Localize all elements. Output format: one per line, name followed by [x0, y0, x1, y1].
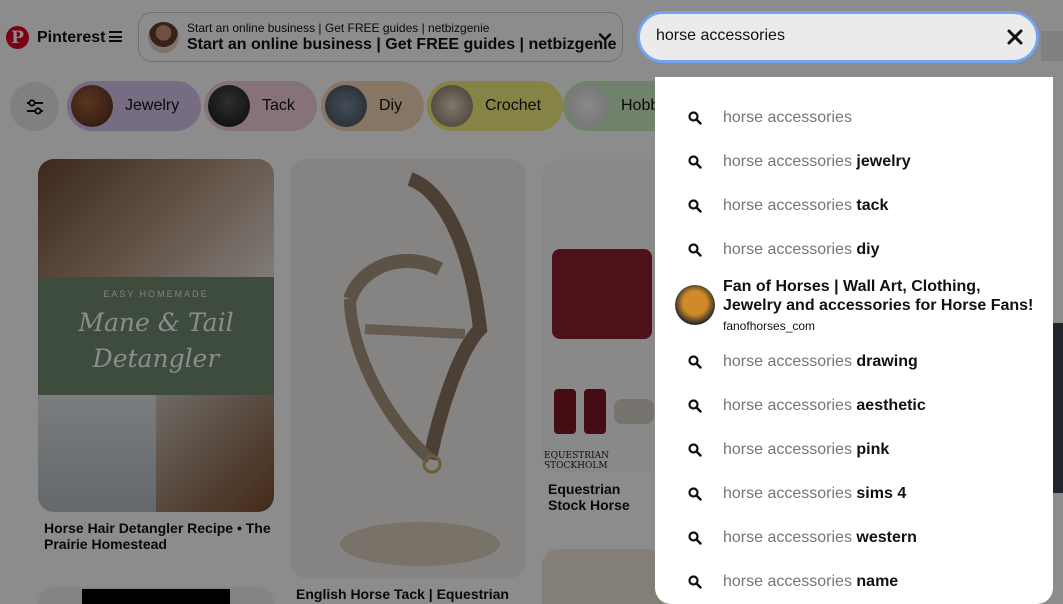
suggestion-base: horse accessories: [723, 573, 852, 590]
search-icon: [688, 111, 702, 125]
suggestion-item[interactable]: horse accessories sims 4: [655, 472, 1053, 516]
search-suggestions-dropdown: horse accessories horse accessories jewe…: [655, 77, 1053, 604]
search-input-value[interactable]: horse accessories: [656, 27, 785, 45]
suggestion-item[interactable]: horse accessories jewelry: [655, 140, 1053, 184]
suggestion-base: horse accessories: [723, 241, 852, 258]
search-icon: [688, 155, 702, 169]
suggestion-base: horse accessories: [723, 441, 852, 458]
search-icon: [688, 399, 702, 413]
suggestion-base: horse accessories: [723, 109, 852, 126]
suggestion-suffix: pink: [856, 441, 890, 458]
suggestion-item[interactable]: horse accessories tack: [655, 184, 1053, 228]
suggestion-suffix: western: [856, 529, 917, 546]
suggestion-suffix: name: [856, 573, 899, 590]
suggestion-suffix: sims 4: [856, 485, 907, 502]
suggestion-base: horse accessories: [723, 529, 852, 546]
search-icon: [688, 443, 702, 457]
suggestion-suffix: diy: [856, 241, 880, 258]
suggestion-suffix: drawing: [856, 353, 918, 370]
suggestion-item[interactable]: horse accessories aesthetic: [655, 384, 1053, 428]
suggestion-suffix: aesthetic: [856, 397, 926, 414]
search-icon: [688, 199, 702, 213]
search-icon: [688, 243, 702, 257]
search-icon: [688, 575, 702, 589]
suggestion-base: horse accessories: [723, 197, 852, 214]
profile-name: Fan of Horses | Wall Art, Clothing, Jewe…: [723, 278, 1034, 314]
suggestion-item[interactable]: horse accessories: [655, 96, 1053, 140]
suggestion-base: horse accessories: [723, 353, 852, 370]
suggestion-item[interactable]: horse accessories western: [655, 516, 1053, 560]
suggestion-base: horse accessories: [723, 485, 852, 502]
search-icon: [688, 531, 702, 545]
suggestion-base: horse accessories: [723, 397, 852, 414]
suggestion-item[interactable]: horse accessories name: [655, 560, 1053, 604]
search-icon: [688, 487, 702, 501]
suggestion-item[interactable]: horse accessories diy: [655, 228, 1053, 272]
suggestion-item[interactable]: horse accessories drawing: [655, 340, 1053, 384]
search-icon: [688, 355, 702, 369]
profile-avatar: [675, 285, 715, 325]
suggestion-suffix: jewelry: [856, 153, 911, 170]
suggestion-item[interactable]: horse accessories pink: [655, 428, 1053, 472]
profile-suggestion[interactable]: Fan of Horses | Wall Art, Clothing, Jewe…: [655, 277, 1053, 337]
profile-handle: fanofhorses_com: [723, 319, 816, 333]
search-bar-focused[interactable]: horse accessories: [637, 11, 1039, 63]
suggestion-suffix: tack: [856, 197, 889, 214]
clear-search-icon[interactable]: [1004, 26, 1026, 48]
suggestion-base: horse accessories: [723, 153, 852, 170]
